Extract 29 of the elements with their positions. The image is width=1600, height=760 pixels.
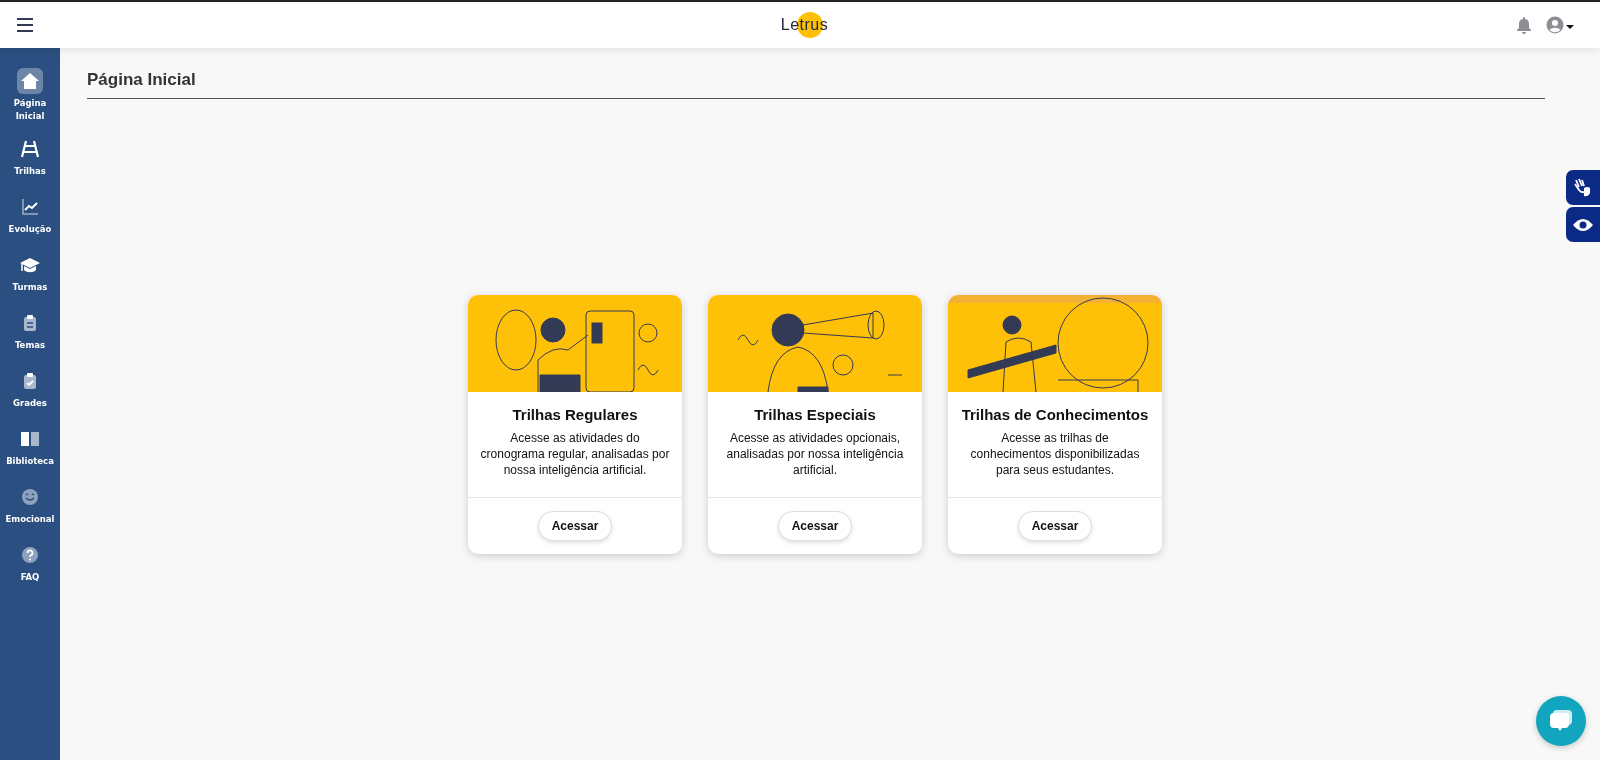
chat-icon <box>1548 709 1574 733</box>
sidebar-item[interactable]: Emocional <box>0 484 60 542</box>
page-title: Página Inicial <box>87 70 1545 99</box>
sidebar-item[interactable]: Evolução <box>0 194 60 252</box>
sidebar-item[interactable]: Grades <box>0 368 60 426</box>
chat-button[interactable] <box>1536 696 1586 746</box>
eye-icon <box>1572 217 1594 232</box>
visibility-button[interactable] <box>1566 207 1600 242</box>
sidebar-item[interactable]: Turmas <box>0 252 60 310</box>
card-title: Trilhas de Conhecimentos <box>960 406 1150 423</box>
card-title: Trilhas Especiais <box>753 406 877 423</box>
bell-icon[interactable] <box>1516 16 1532 34</box>
sidebar-item[interactable]: Biblioteca <box>0 426 60 484</box>
card-description: Acesse as atividades do cronograma regular, analisadas por nossa inteligência artificial. <box>480 430 670 478</box>
access-button[interactable]: Acessar <box>777 511 853 541</box>
home-icon <box>17 68 43 94</box>
hands-icon <box>1573 177 1593 198</box>
sidebar-item[interactable]: Página Inicial <box>0 68 60 136</box>
sidebar-item[interactable]: Temas <box>0 310 60 368</box>
sidebar-item[interactable]: Trilhas <box>0 136 60 194</box>
account-icon[interactable] <box>1546 16 1574 34</box>
menu-icon[interactable] <box>17 18 33 32</box>
card-description: Acesse as atividades opcionais, analisadas por nossa inteligência artificial. <box>725 430 905 478</box>
access-button[interactable]: Acessar <box>537 511 613 541</box>
sign-language-button[interactable] <box>1566 170 1600 205</box>
sidebar-item[interactable]: FAQ <box>0 542 60 600</box>
card-description: Acesse as trilhas de conhecimentos disponibilizadas para seus estudantes. <box>969 430 1141 478</box>
access-button[interactable]: Acessar <box>1017 511 1093 541</box>
card-title: Trilhas Regulares <box>511 406 639 423</box>
